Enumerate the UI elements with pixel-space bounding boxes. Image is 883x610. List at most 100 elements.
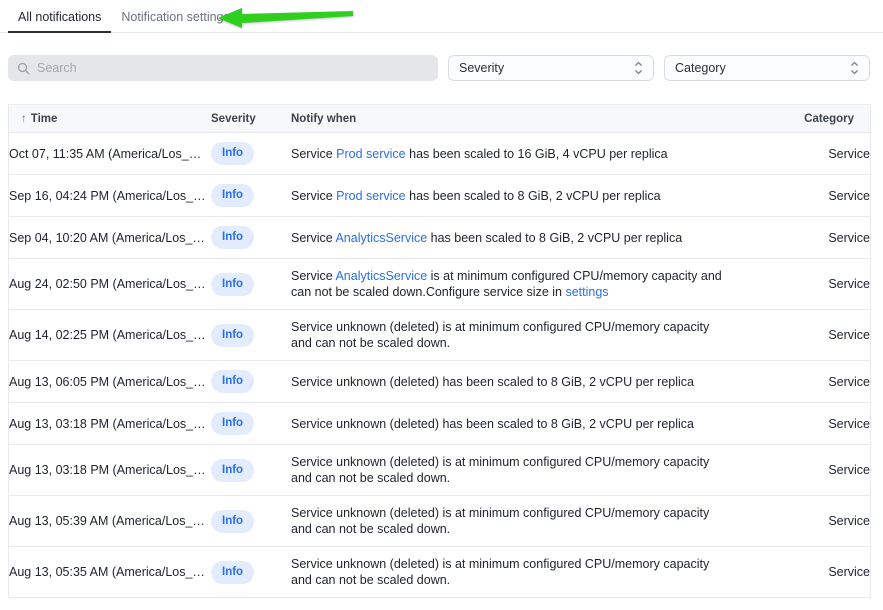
message-text: Service — [291, 147, 336, 161]
message-link[interactable]: settings — [565, 285, 608, 299]
row-message: Service unknown (deleted) is at minimum … — [291, 310, 760, 360]
message-text: has been scaled to 16 GiB, 4 vCPU per re… — [406, 147, 668, 161]
row-message: Service Prod service has been scaled to … — [291, 179, 760, 213]
severity-badge: Info — [211, 412, 254, 435]
search-box[interactable] — [8, 55, 438, 81]
table-row: Aug 13, 05:39 AM (America/Los_…Info Servi… — [9, 496, 870, 547]
message-text: Service — [291, 189, 336, 203]
row-category: Service — [760, 407, 870, 441]
row-category: Service — [760, 504, 870, 538]
search-input[interactable] — [37, 61, 429, 75]
row-time: Aug 13, 05:39 AM (America/Los_… — [9, 504, 211, 538]
severity-badge: Info — [211, 370, 254, 393]
row-message: Service unknown (deleted) is at minimum … — [291, 547, 760, 597]
message-text: has been scaled to 8 GiB, 2 vCPU per rep… — [406, 189, 661, 203]
severity-badge: Info — [211, 142, 254, 165]
message-text: Service unknown (deleted) is at minimum … — [291, 557, 709, 587]
row-time: Sep 16, 04:24 PM (America/Los_… — [9, 179, 211, 213]
row-severity: Info — [211, 175, 291, 216]
row-message: Service Prod service has been scaled to … — [291, 137, 760, 171]
row-message: Service AnalyticsService has been scaled… — [291, 221, 760, 255]
message-text: Service unknown (deleted) has been scale… — [291, 375, 694, 389]
row-time: Aug 13, 03:18 PM (America/Los_… — [9, 407, 211, 441]
severity-badge: Info — [211, 459, 254, 482]
message-text: has been scaled to 8 GiB, 2 vCPU per rep… — [427, 231, 682, 245]
row-category: Service — [760, 365, 870, 399]
severity-select[interactable]: Severity — [448, 55, 654, 81]
table-row: Aug 13, 03:18 PM (America/Los_…Info Servi… — [9, 445, 870, 496]
table-row: Aug 14, 02:25 PM (America/Los_…Info Servi… — [9, 310, 870, 361]
row-severity: Info — [211, 361, 291, 402]
table-row: Aug 13, 06:05 PM (America/Los_…Info Servi… — [9, 361, 870, 403]
row-message: Service unknown (deleted) is at minimum … — [291, 445, 760, 495]
row-time: Oct 07, 11:35 AM (America/Los_… — [9, 137, 211, 171]
table-header: ↑ Time Severity Notify when Category — [9, 105, 870, 133]
row-category: Service — [760, 221, 870, 255]
row-severity: Info — [211, 552, 291, 593]
green-arrow-annotation — [218, 7, 353, 29]
row-category: Service — [760, 453, 870, 487]
row-time: Aug 13, 03:18 PM (America/Los_… — [9, 453, 211, 487]
row-time: Aug 13, 05:35 AM (America/Los_… — [9, 555, 211, 589]
column-header-notify-when[interactable]: Notify when — [291, 113, 760, 125]
severity-select-label: Severity — [459, 61, 504, 75]
table-row: Sep 16, 04:24 PM (America/Los_…Info Servi… — [9, 175, 870, 217]
tab-all-notifications[interactable]: All notifications — [8, 0, 111, 33]
message-link[interactable]: Prod service — [336, 189, 405, 203]
row-message: Service unknown (deleted) has been scale… — [291, 407, 760, 441]
message-text: Service — [291, 231, 335, 245]
row-category: Service — [760, 179, 870, 213]
row-time: Sep 04, 10:20 AM (America/Los_… — [9, 221, 211, 255]
column-header-severity[interactable]: Severity — [211, 113, 291, 125]
row-category: Service — [760, 318, 870, 352]
severity-badge: Info — [211, 226, 254, 249]
message-link[interactable]: AnalyticsService — [335, 231, 427, 245]
row-severity: Info — [211, 133, 291, 174]
message-text: Service unknown (deleted) is at minimum … — [291, 320, 709, 350]
row-message: Service unknown (deleted) has been scale… — [291, 365, 760, 399]
severity-badge: Info — [211, 510, 254, 533]
category-select-label: Category — [675, 61, 726, 75]
chevron-updown-icon — [634, 61, 643, 75]
table-body: Oct 07, 11:35 AM (America/Los_…InfoServi… — [9, 133, 870, 598]
column-header-category[interactable]: Category — [760, 113, 870, 125]
row-message: Service unknown (deleted) is at minimum … — [291, 496, 760, 546]
search-icon — [17, 62, 30, 75]
row-category: Service — [760, 137, 870, 171]
column-header-time[interactable]: ↑ Time — [9, 113, 211, 125]
row-severity: Info — [211, 217, 291, 258]
table-row: Oct 07, 11:35 AM (America/Los_…Info Servi… — [9, 133, 870, 175]
severity-badge: Info — [211, 561, 254, 584]
severity-badge: Info — [211, 324, 254, 347]
row-severity: Info — [211, 264, 291, 305]
message-text: Service unknown (deleted) is at minimum … — [291, 455, 709, 485]
row-time: Aug 24, 02:50 PM (America/Los_… — [9, 267, 211, 301]
column-header-time-label: Time — [31, 113, 58, 125]
row-category: Service — [760, 555, 870, 589]
row-time: Aug 14, 02:25 PM (America/Los_… — [9, 318, 211, 352]
notifications-table: ↑ Time Severity Notify when Category Oct … — [8, 104, 871, 598]
sort-ascending-icon: ↑ — [21, 113, 27, 125]
message-link[interactable]: Prod service — [336, 147, 405, 161]
table-row: Aug 13, 05:35 AM (America/Los_…Info Servi… — [9, 547, 870, 598]
table-row: Aug 24, 02:50 PM (America/Los_…Info Servi… — [9, 259, 870, 310]
tab-bar: All notifications Notification settings — [0, 0, 883, 33]
row-category: Service — [760, 267, 870, 301]
message-text: Service — [291, 269, 335, 283]
row-severity: Info — [211, 450, 291, 491]
row-severity: Info — [211, 315, 291, 356]
table-row: Aug 13, 03:18 PM (America/Los_…Info Servi… — [9, 403, 870, 445]
category-select[interactable]: Category — [664, 55, 870, 81]
severity-badge: Info — [211, 184, 254, 207]
message-link[interactable]: AnalyticsService — [335, 269, 427, 283]
message-text: Service unknown (deleted) is at minimum … — [291, 506, 709, 536]
row-message: Service AnalyticsService is at minimum c… — [291, 259, 760, 309]
severity-badge: Info — [211, 273, 254, 296]
row-severity: Info — [211, 403, 291, 444]
row-severity: Info — [211, 501, 291, 542]
message-text: Service unknown (deleted) has been scale… — [291, 417, 694, 431]
row-time: Aug 13, 06:05 PM (America/Los_… — [9, 365, 211, 399]
chevron-updown-icon — [850, 61, 859, 75]
filter-bar: Severity Category — [8, 55, 870, 81]
table-row: Sep 04, 10:20 AM (America/Los_…Info Servi… — [9, 217, 870, 259]
